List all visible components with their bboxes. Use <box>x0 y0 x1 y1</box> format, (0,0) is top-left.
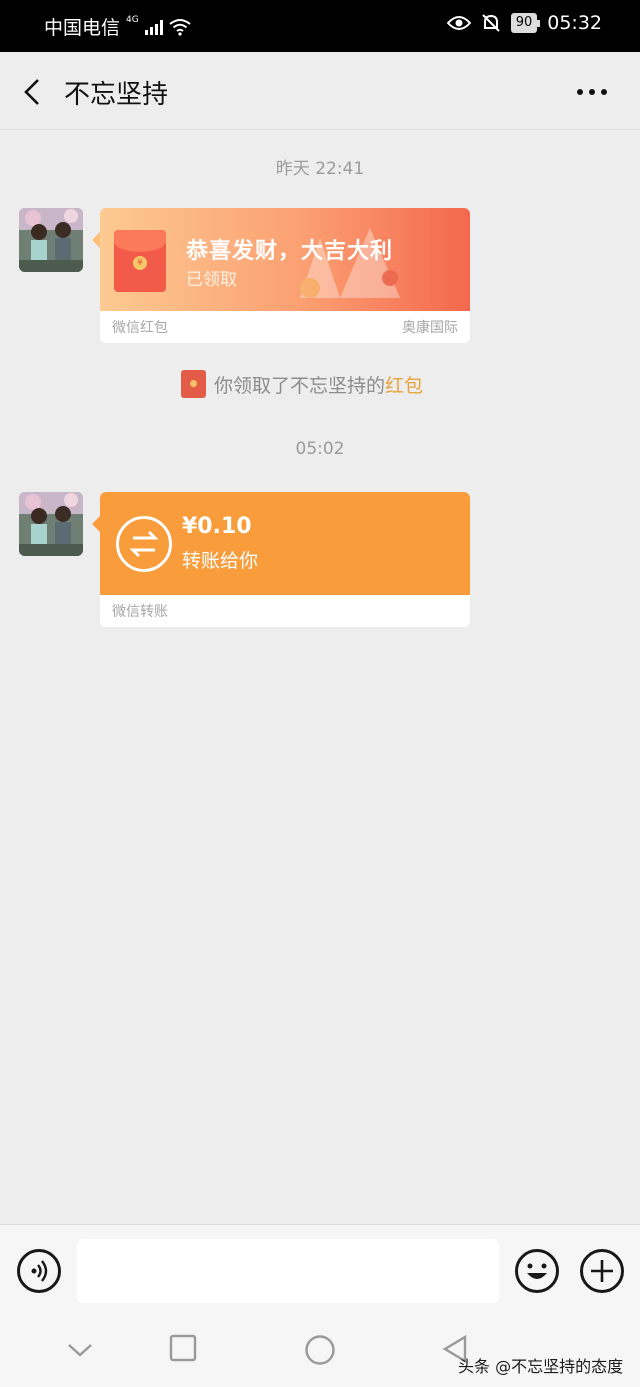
red-packet-body: ¥ 恭喜发财，大吉大利 已领取 <box>100 208 470 311</box>
eye-icon <box>446 16 471 30</box>
status-bar: 中国电信 4G 90 05:32 <box>0 0 640 52</box>
avatar-photo <box>19 492 83 556</box>
plus-icon <box>591 1260 613 1282</box>
transfer-status: 转账给你 <box>182 550 259 572</box>
transfer-card[interactable]: ¥0.10 转账给你 微信转账 <box>92 492 470 627</box>
transfer-footer: 微信转账 <box>100 595 470 627</box>
red-envelope-icon: ¥ <box>114 230 166 292</box>
transfer-label: 微信转账 <box>112 604 168 620</box>
recents-icon[interactable] <box>169 1334 197 1362</box>
red-packet-card[interactable]: ¥ 恭喜发财，大吉大利 已领取 微信红包 奥康国际 <box>92 208 470 343</box>
back-button[interactable] <box>16 72 52 112</box>
battery-icon: 90 <box>510 13 540 33</box>
status-right: 90 05:32 <box>446 12 602 34</box>
more-functions-button[interactable] <box>580 1249 624 1293</box>
transfer-arrows-icon <box>116 516 172 572</box>
avatar[interactable] <box>19 492 83 556</box>
transfer-amount: ¥0.10 <box>182 514 252 539</box>
signal-icon <box>144 19 163 35</box>
notice-text: 你领取了不忘坚持的 <box>214 374 386 397</box>
emoji-button[interactable] <box>515 1249 559 1293</box>
chat-header: 不忘坚持 <box>0 52 640 130</box>
system-notice: 你领取了不忘坚持的红包 <box>181 370 423 398</box>
red-packet-sponsor: 奥康国际 <box>402 320 458 336</box>
watermark: 头条 @不忘坚持的态度 <box>458 1357 624 1376</box>
more-dots-icon <box>577 89 607 95</box>
chevron-left-icon <box>24 79 39 105</box>
emoji-icon <box>527 1263 547 1279</box>
red-packet-link[interactable]: 红包 <box>385 375 423 397</box>
voice-button[interactable] <box>17 1249 61 1293</box>
page-title: 不忘坚持 <box>64 80 169 110</box>
network-type: 4G <box>126 14 139 25</box>
message-timestamp: 昨天 22:41 <box>275 159 365 179</box>
more-button[interactable] <box>572 78 612 106</box>
home-icon[interactable] <box>304 1334 336 1366</box>
message-input[interactable] <box>77 1239 499 1303</box>
clock: 05:32 <box>547 12 602 34</box>
transfer-body: ¥0.10 转账给你 <box>100 492 470 595</box>
hide-keyboard-icon[interactable] <box>66 1340 94 1360</box>
mute-bell-icon <box>481 14 500 32</box>
avatar[interactable] <box>19 208 83 272</box>
carrier-label: 中国电信 <box>44 17 121 39</box>
voice-icon <box>31 1260 48 1282</box>
red-packet-status: 已领取 <box>186 270 237 290</box>
red-packet-label: 微信红包 <box>112 320 168 336</box>
wifi-icon <box>169 18 191 36</box>
status-left: 中国电信 4G <box>44 13 191 40</box>
input-bar <box>0 1224 640 1316</box>
red-packet-footer: 微信红包 奥康国际 <box>100 311 470 343</box>
message-timestamp: 05:02 <box>295 439 345 459</box>
red-envelope-icon <box>181 370 206 398</box>
red-packet-title: 恭喜发财，大吉大利 <box>186 239 394 264</box>
avatar-photo <box>19 208 83 272</box>
